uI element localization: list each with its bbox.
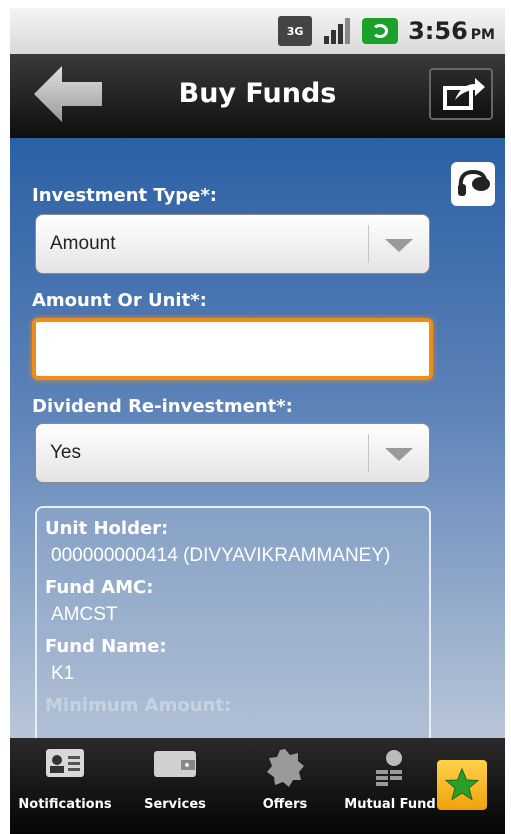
headset-icon [458, 169, 490, 196]
contact-card-icon [46, 749, 84, 777]
star-icon [444, 767, 480, 801]
offer-badge-icon [267, 749, 304, 787]
battery-charging-icon [362, 18, 399, 44]
fund-name-value: K1 [51, 663, 75, 684]
chevron-down-icon [385, 448, 413, 461]
tab-label: Offers [262, 797, 308, 812]
tab-label: Mutual Fund [344, 797, 436, 812]
minimum-amount-label: Minimum Amount: [45, 695, 232, 716]
investment-type-value: Amount [50, 233, 116, 254]
tab-services[interactable]: Services [120, 738, 230, 834]
share-icon [443, 78, 485, 110]
app-screen: 3G 3:56 PM Buy Funds Investment Type*: A… [0, 0, 511, 834]
investment-type-label: Investment Type*: [32, 185, 218, 206]
tab-mutual-fund[interactable]: Mutual Fund [335, 738, 445, 834]
call-support-button[interactable] [451, 162, 495, 206]
signal-strength-icon [322, 16, 352, 46]
fund-amc-value: AMCST [51, 604, 118, 625]
amount-or-unit-input[interactable] [32, 318, 433, 380]
dividend-reinvestment-label: Dividend Re-investment*: [32, 396, 293, 417]
network-3g-icon: 3G [278, 16, 313, 46]
unit-holder-label: Unit Holder: [45, 518, 169, 539]
clock-ampm: PM [470, 27, 495, 43]
clock: 3:56 PM [408, 17, 495, 45]
buy-funds-form: Investment Type*: Amount Amount Or Unit*… [10, 138, 505, 738]
investment-type-select[interactable]: Amount [35, 214, 430, 274]
tab-offers[interactable]: Offers [230, 738, 340, 834]
fund-details-panel: Unit Holder: 000000000414 (DIVYAVIKRAMMA… [35, 506, 431, 738]
select-divider [368, 225, 369, 263]
fund-name-label: Fund Name: [45, 636, 167, 657]
money-bag-icon [376, 750, 402, 786]
share-button[interactable] [429, 68, 493, 120]
bottom-tab-bar: Notifications Services Offers Mutual Fun… [10, 738, 505, 834]
app-header: Buy Funds [10, 54, 505, 138]
dividend-reinvestment-select[interactable]: Yes [35, 423, 430, 483]
tab-label: Notifications [18, 797, 112, 812]
wallet-icon [154, 751, 196, 777]
fund-amc-label: Fund AMC: [45, 577, 154, 598]
unit-holder-value: 000000000414 (DIVYAVIKRAMMANEY) [51, 545, 391, 566]
chevron-down-icon [385, 239, 413, 252]
dividend-reinvestment-value: Yes [50, 442, 81, 463]
clock-time: 3:56 [408, 17, 468, 45]
tab-notifications[interactable]: Notifications [10, 738, 120, 834]
amount-or-unit-label: Amount Or Unit*: [32, 290, 207, 311]
status-bar: 3G 3:56 PM [10, 8, 505, 54]
select-divider [368, 434, 369, 472]
favorites-button[interactable] [437, 760, 487, 810]
tab-label: Services [144, 797, 206, 812]
